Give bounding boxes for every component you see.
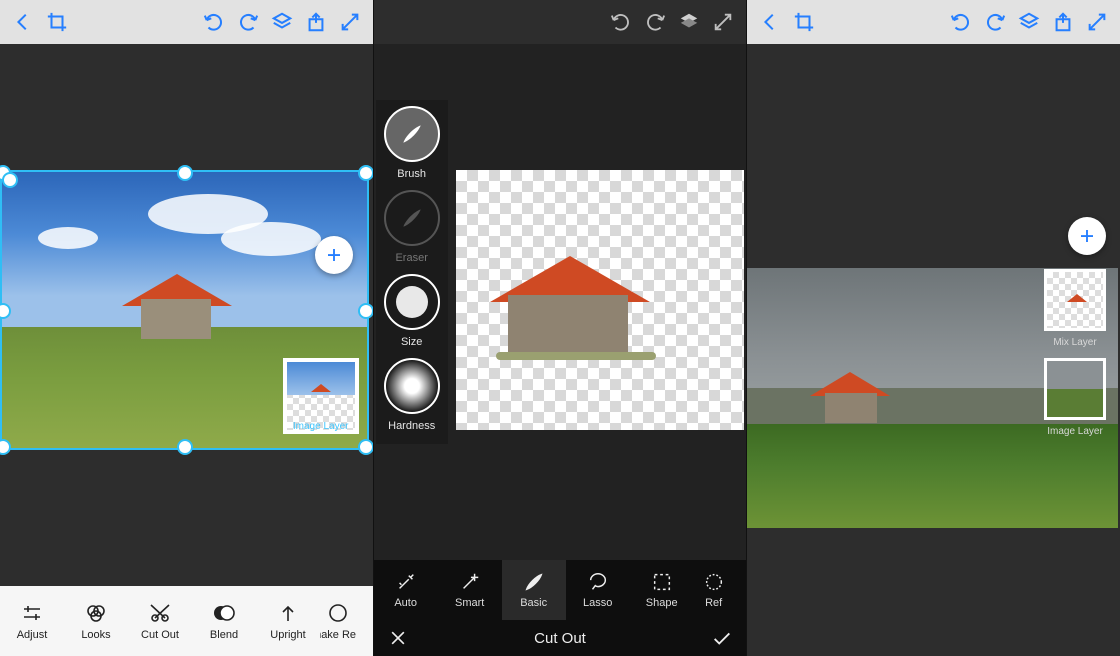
layer-stack: Mix Layer Image Layer xyxy=(1044,269,1106,437)
redo-button[interactable] xyxy=(978,0,1012,44)
confirm-button[interactable] xyxy=(698,627,746,649)
expand-button[interactable] xyxy=(1080,0,1114,44)
transparency-canvas[interactable] xyxy=(456,170,745,430)
back-button[interactable] xyxy=(6,0,40,44)
tab-refine[interactable]: Ref xyxy=(694,560,734,620)
tool-upright[interactable]: Upright xyxy=(256,601,320,641)
layer-label-mix: Mix Layer xyxy=(1053,337,1096,348)
layer-thumb-image[interactable] xyxy=(1044,358,1106,420)
layer-thumb-mix[interactable] xyxy=(1044,269,1106,331)
layer-thumbnail[interactable]: Image Layer xyxy=(283,358,359,434)
tool-cutout[interactable]: Cut Out xyxy=(128,601,192,641)
tab-basic[interactable]: Basic xyxy=(502,560,566,620)
toolbar-top xyxy=(747,0,1120,44)
panel-2-cutout: Brush Eraser Size Hardness Auto Smart Ba… xyxy=(373,0,747,656)
tab-lasso[interactable]: Lasso xyxy=(566,560,630,620)
plus-icon xyxy=(1078,227,1096,245)
tool-size[interactable] xyxy=(384,274,440,330)
expand-button[interactable] xyxy=(333,0,367,44)
redo-button[interactable] xyxy=(231,0,265,44)
add-layer-button[interactable] xyxy=(1068,217,1106,255)
tab-shape[interactable]: Shape xyxy=(630,560,694,620)
layers-button[interactable] xyxy=(265,0,299,44)
cutout-tabs: Auto Smart Basic Lasso Shape Ref xyxy=(374,560,747,620)
layers-button[interactable] xyxy=(672,0,706,44)
plus-icon xyxy=(325,246,343,264)
canvas-area[interactable]: Mix Layer Image Layer xyxy=(747,44,1120,656)
tool-shake-reduce[interactable]: Shake Redu xyxy=(320,601,356,641)
add-layer-button[interactable] xyxy=(315,236,353,274)
tab-auto[interactable]: Auto xyxy=(374,560,438,620)
canvas-area[interactable]: Brush Eraser Size Hardness xyxy=(374,44,747,560)
side-tool-panel: Brush Eraser Size Hardness xyxy=(376,100,448,444)
resize-handle-tr[interactable] xyxy=(358,165,373,181)
crop-button[interactable] xyxy=(787,0,821,44)
layer-label-image: Image Layer xyxy=(1047,426,1103,437)
tool-brush[interactable] xyxy=(384,106,440,162)
resize-handle-tl[interactable] xyxy=(0,165,11,181)
tool-adjust[interactable]: Adjust xyxy=(0,601,64,641)
canvas-area[interactable]: Image Layer xyxy=(0,44,373,586)
tool-eraser[interactable] xyxy=(384,190,440,246)
mode-title: Cut Out xyxy=(422,630,699,647)
panel-3-layers: Mix Layer Image Layer xyxy=(746,0,1120,656)
resize-handle-bm[interactable] xyxy=(177,439,193,455)
undo-button[interactable] xyxy=(944,0,978,44)
undo-button[interactable] xyxy=(604,0,638,44)
crop-button[interactable] xyxy=(40,0,74,44)
resize-handle-bl[interactable] xyxy=(0,439,11,455)
tool-looks[interactable]: Looks xyxy=(64,601,128,641)
share-button[interactable] xyxy=(1046,0,1080,44)
toolbar-top xyxy=(374,0,747,44)
selection-bounding-box[interactable]: Image Layer xyxy=(0,170,369,450)
expand-button[interactable] xyxy=(706,0,740,44)
tool-blend[interactable]: Blend xyxy=(192,601,256,641)
redo-button[interactable] xyxy=(638,0,672,44)
action-bar: Cut Out xyxy=(374,620,747,656)
share-button[interactable] xyxy=(299,0,333,44)
panel-1-edit: Image Layer Adjust Looks Cut Out Blend U… xyxy=(0,0,373,656)
tab-smart[interactable]: Smart xyxy=(438,560,502,620)
toolbar-top xyxy=(0,0,373,44)
undo-button[interactable] xyxy=(197,0,231,44)
tool-hardness[interactable] xyxy=(384,358,440,414)
resize-handle-mr[interactable] xyxy=(358,303,373,319)
layer-thumbnail-label: Image Layer xyxy=(287,421,355,432)
back-button[interactable] xyxy=(753,0,787,44)
bottom-panel: Auto Smart Basic Lasso Shape Ref Cut Out xyxy=(374,560,747,656)
resize-handle-br[interactable] xyxy=(358,439,373,455)
cancel-button[interactable] xyxy=(374,628,422,648)
bottom-toolbar: Adjust Looks Cut Out Blend Upright Shake… xyxy=(0,586,373,656)
layers-button[interactable] xyxy=(1012,0,1046,44)
